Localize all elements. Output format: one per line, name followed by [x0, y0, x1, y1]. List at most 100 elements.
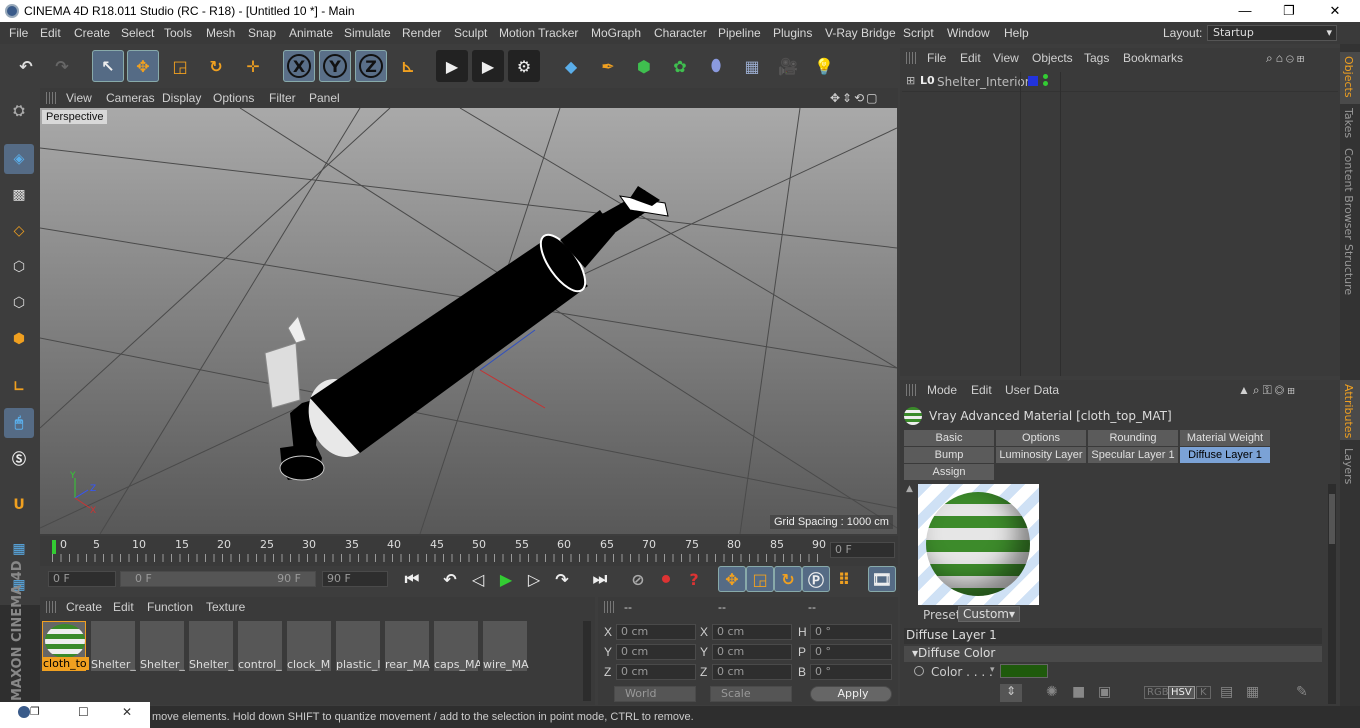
mat-menu-create[interactable]: Create: [66, 600, 102, 614]
tab-structure[interactable]: Structure: [1342, 244, 1355, 295]
material-swatch[interactable]: Shelter_: [189, 621, 234, 671]
material-preview[interactable]: [918, 484, 1039, 605]
make-editable-icon[interactable]: ⛭: [4, 96, 34, 126]
tab-takes[interactable]: Takes: [1342, 108, 1355, 138]
attribute-scrollbar[interactable]: [1328, 484, 1336, 704]
rot-p-field[interactable]: 0 °: [810, 644, 892, 660]
goto-start-button[interactable]: ⏮: [398, 566, 426, 592]
size-x-field[interactable]: 0 cm: [712, 624, 792, 640]
magnet-icon[interactable]: U: [4, 490, 34, 520]
key-scale-icon[interactable]: ◲: [746, 566, 774, 592]
keyframe-icon[interactable]: ⊘: [624, 566, 652, 592]
axis-z-button[interactable]: Z: [355, 50, 387, 82]
key-param-icon[interactable]: Ⓟ: [802, 566, 830, 592]
viewport-navigation-icon[interactable]: ✥⇕⟲▢: [830, 91, 880, 105]
menu-motion-tracker[interactable]: Motion Tracker: [499, 26, 578, 40]
tweak-mode-icon[interactable]: 🖱: [4, 408, 34, 438]
prev-frame-button[interactable]: ◁: [464, 566, 492, 592]
expand-icon[interactable]: ⊞: [906, 74, 915, 87]
playhead[interactable]: [52, 540, 56, 554]
material-swatch[interactable]: Shelter_: [140, 621, 185, 671]
preset-select[interactable]: Custom ▾: [958, 606, 1020, 622]
pos-z-field[interactable]: 0 cm: [616, 664, 696, 680]
menu-edit[interactable]: Edit: [40, 26, 61, 40]
obj-menu-view[interactable]: View: [993, 51, 1019, 65]
material-swatch[interactable]: clock_M: [287, 621, 331, 671]
rot-h-field[interactable]: 0 °: [810, 624, 892, 640]
apply-button[interactable]: Apply: [810, 686, 892, 702]
menu-simulate[interactable]: Simulate: [344, 26, 391, 40]
render-visibility-icon[interactable]: [1043, 81, 1048, 86]
material-scrollbar[interactable]: [583, 621, 591, 701]
obj-menu-file[interactable]: File: [927, 51, 946, 65]
menu-sculpt[interactable]: Sculpt: [454, 26, 487, 40]
size-mode-select[interactable]: Scale: [710, 686, 792, 702]
timeline-window-icon[interactable]: 🎞: [868, 566, 896, 592]
tab-specular-layer-1[interactable]: Specular Layer 1: [1088, 447, 1178, 463]
viewport-menu-view[interactable]: View: [66, 91, 92, 105]
menu-script[interactable]: Script: [903, 26, 934, 40]
menu-vray-bridge[interactable]: V-Ray Bridge: [825, 26, 896, 40]
light-bulb-icon[interactable]: 💡: [808, 50, 840, 82]
material-swatch[interactable]: rear_MA: [385, 621, 430, 671]
deformer-icon[interactable]: ⬮: [700, 50, 732, 82]
attr-menu-mode[interactable]: Mode: [927, 383, 957, 397]
viewport-menu-display[interactable]: Display: [162, 91, 201, 105]
chevron-down-icon[interactable]: ▾: [990, 665, 995, 675]
collapse-arrow-icon[interactable]: ▲: [906, 484, 913, 494]
record-button[interactable]: ⏺: [652, 566, 680, 592]
object-row[interactable]: ⊞ L0 Shelter_Interior: [902, 72, 1338, 92]
timeline[interactable]: 0 5 10 15 20 25 30 35 40 45 50 55 60 65 …: [40, 536, 898, 566]
axis-x-button[interactable]: X: [283, 50, 315, 82]
pen-spline-icon[interactable]: ✒: [592, 50, 624, 82]
pos-x-field[interactable]: 0 cm: [616, 624, 696, 640]
key-pla-icon[interactable]: ⠿: [830, 566, 858, 592]
subsection-header[interactable]: ▾Diffuse Color: [904, 646, 1322, 662]
obj-search-icon[interactable]: ⌕⌂⊝⊞: [1266, 51, 1307, 66]
scale-tool-button[interactable]: ◲: [164, 50, 196, 82]
menu-create[interactable]: Create: [74, 26, 110, 40]
key-rotation-icon[interactable]: ↻: [774, 566, 802, 592]
camera-label[interactable]: Perspective: [42, 110, 108, 124]
rotate-tool-button[interactable]: ↻: [200, 50, 232, 82]
size-z-field[interactable]: 0 cm: [712, 664, 792, 680]
cloner-icon[interactable]: ✿: [664, 50, 696, 82]
tab-content-browser[interactable]: Content Browser: [1342, 148, 1355, 240]
menu-mograph[interactable]: MoGraph: [591, 26, 641, 40]
menu-render[interactable]: Render: [402, 26, 441, 40]
mat-menu-edit[interactable]: Edit: [113, 600, 134, 614]
snap-icon[interactable]: Ⓢ: [4, 444, 34, 474]
layer-color-icon[interactable]: [1028, 76, 1038, 86]
kelvin-mode-button[interactable]: K: [1196, 686, 1211, 699]
obj-menu-bookmarks[interactable]: Bookmarks: [1123, 51, 1183, 65]
size-y-field[interactable]: 0 cm: [712, 644, 792, 660]
axis-y-button[interactable]: Y: [319, 50, 351, 82]
material-swatch[interactable]: Shelter_: [91, 621, 136, 671]
close-button[interactable]: ✕: [1312, 0, 1358, 22]
swatches-icon[interactable]: ▦: [1246, 684, 1259, 700]
floor-icon[interactable]: ▦: [736, 50, 768, 82]
workplane-mode-icon[interactable]: ◇: [4, 216, 34, 246]
mat-menu-texture[interactable]: Texture: [206, 600, 245, 614]
tab-options[interactable]: Options: [996, 430, 1086, 446]
obj-menu-tags[interactable]: Tags: [1084, 51, 1109, 65]
mat-menu-function[interactable]: Function: [147, 600, 193, 614]
axis-mode-icon[interactable]: ∟: [4, 372, 34, 402]
next-key-button[interactable]: ↷: [548, 566, 576, 592]
subdivision-surface-icon[interactable]: ⬢: [628, 50, 660, 82]
select-tool-button[interactable]: ↖: [92, 50, 124, 82]
tab-attributes[interactable]: Attributes: [1340, 380, 1360, 440]
hsv-mode-button[interactable]: HSV: [1168, 686, 1195, 699]
pos-y-field[interactable]: 0 cm: [616, 644, 696, 660]
attr-nav-icon[interactable]: ▲⌕⚿◎⊞: [1238, 383, 1298, 398]
menu-file[interactable]: File: [9, 26, 28, 40]
menu-animate[interactable]: Animate: [289, 26, 333, 40]
tab-bump[interactable]: Bump: [904, 447, 994, 463]
obj-menu-objects[interactable]: Objects: [1032, 51, 1073, 65]
viewport-menu-filter[interactable]: Filter: [269, 91, 296, 105]
next-frame-button[interactable]: ▷: [520, 566, 548, 592]
goto-end-button[interactable]: ⏭: [586, 566, 614, 592]
material-swatch[interactable]: control_: [238, 621, 282, 671]
autokey-button[interactable]: ?: [680, 566, 708, 592]
rot-b-field[interactable]: 0 °: [810, 664, 892, 680]
